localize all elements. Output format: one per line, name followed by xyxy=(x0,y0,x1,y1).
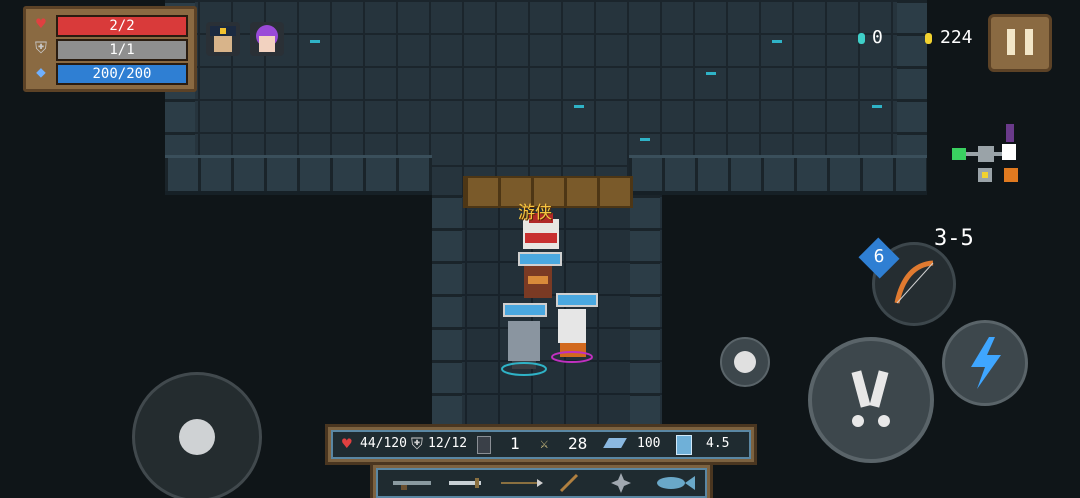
heart-icon: ♥ xyxy=(36,14,46,33)
hp-bar: 2/2 xyxy=(56,15,188,37)
crit-stat-icon xyxy=(477,436,491,454)
player-stats-panel: ♥ 2/2 ⛨ 1/1 ◆ 200/200 xyxy=(23,6,197,92)
shield-icon: ⛨ xyxy=(34,38,47,57)
attack-stat-icon: ⚔ xyxy=(540,436,549,452)
minimap-chest-marker xyxy=(982,172,988,178)
weapon-inventory-bar xyxy=(370,462,713,498)
minimap-room-start xyxy=(952,148,966,160)
minimap-room xyxy=(978,146,994,162)
lightning-icon xyxy=(971,337,1001,389)
purple-hair-girl-buff-icon[interactable] xyxy=(250,22,284,56)
minimap-current-room xyxy=(1002,144,1016,160)
crit-stat-value: 1 xyxy=(510,434,520,453)
smiley-icon xyxy=(734,351,756,373)
sword-icon[interactable] xyxy=(445,475,489,491)
shield-bar: 1/1 xyxy=(56,39,188,61)
attack-button[interactable] xyxy=(808,337,934,463)
skill-button[interactable] xyxy=(942,320,1028,406)
energy-crystal-icon: ◆ xyxy=(36,62,46,81)
minimap-shop-room xyxy=(1004,168,1018,182)
fish-icon[interactable] xyxy=(653,473,697,493)
knight-player xyxy=(498,315,550,377)
mercenary-ally xyxy=(516,262,560,302)
floor-light xyxy=(574,105,584,108)
floor-light xyxy=(640,138,650,141)
armor-stat-value: 12/12 xyxy=(428,436,468,451)
pause-icon xyxy=(1025,29,1033,55)
gem-count: 0 xyxy=(872,27,883,48)
hp-stat-value: 44/120 xyxy=(360,436,407,451)
room-bottom-wall-right xyxy=(629,155,927,195)
minimap-corridor xyxy=(994,152,1002,156)
armor-stat-icon: ⛨ xyxy=(411,434,424,453)
room-bottom-wall-left xyxy=(165,155,432,195)
staff-icon[interactable] xyxy=(557,471,581,495)
floor-light xyxy=(706,72,716,75)
floor-light xyxy=(872,105,882,108)
attack-icon xyxy=(851,370,890,427)
coin-count: 224 xyxy=(940,27,973,48)
hp-stat-icon: ♥ xyxy=(342,434,352,453)
pause-icon xyxy=(1007,29,1015,55)
minimap-portal-room xyxy=(1006,124,1014,142)
extra-stat-value: 4.5 xyxy=(706,436,730,451)
speed-stat-value: 100 xyxy=(637,436,661,451)
spear-icon[interactable] xyxy=(499,475,543,491)
skeleton-pet xyxy=(548,305,598,363)
weapon-energy-cost: 6 xyxy=(873,246,885,267)
joystick-thumb[interactable] xyxy=(179,419,215,455)
shuriken-icon[interactable] xyxy=(609,471,633,495)
police-hat-buff-icon[interactable] xyxy=(206,22,240,56)
coin-icon xyxy=(925,33,932,44)
minimap[interactable] xyxy=(940,112,1030,202)
gem-icon xyxy=(858,33,865,44)
rifle-icon[interactable] xyxy=(391,475,435,491)
attack-stat-value: 28 xyxy=(568,434,588,453)
pause-button[interactable] xyxy=(988,14,1052,72)
energy-bar: 200/200 xyxy=(56,63,188,85)
floor-light xyxy=(772,40,782,43)
floor-light xyxy=(310,40,320,43)
game-screen: 游侠 ♥ 2/2 ⛨ 1/1 ◆ 200/200 0 224 3-5 6 ♥ 4… xyxy=(0,0,1080,498)
emote-button[interactable] xyxy=(720,337,770,387)
character-stats-panel: ♥ 44/120 ⛨ 12/12 1 ⚔ 28 100 4.5 xyxy=(325,424,757,465)
movement-joystick[interactable] xyxy=(132,372,262,498)
extra-stat-icon xyxy=(676,435,692,455)
minimap-corridor xyxy=(966,152,978,156)
character-name-tag: 游侠 xyxy=(518,203,552,223)
